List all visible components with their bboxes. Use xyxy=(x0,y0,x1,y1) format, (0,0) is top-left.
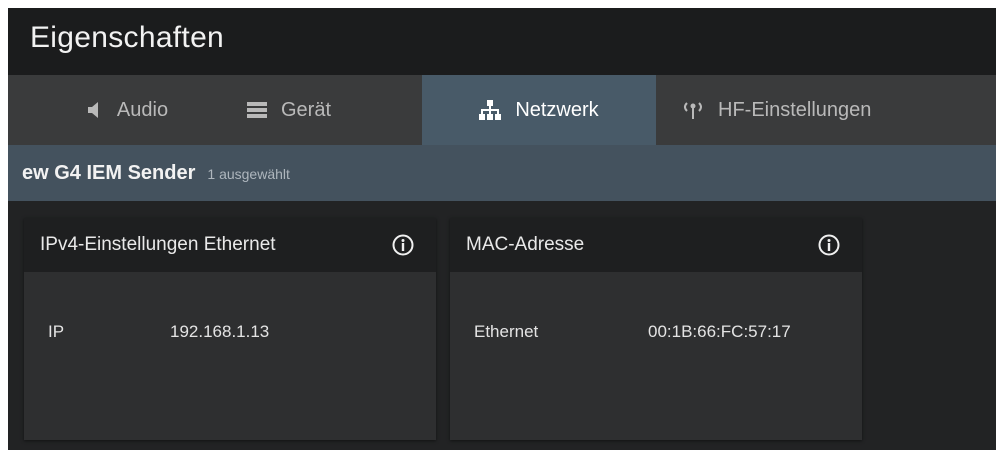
ipv4-settings-card: IPv4-Einstellungen Ethernet IP 192.168.1… xyxy=(24,218,436,440)
title-bar: Eigenschaften xyxy=(8,8,996,75)
mac-address-card: MAC-Adresse Ethernet 00:1B:66:FC:57:17 xyxy=(450,218,862,440)
info-icon[interactable] xyxy=(392,234,414,256)
device-name: ew G4 IEM Sender xyxy=(22,161,196,184)
tab-audio-label: Audio xyxy=(116,98,169,121)
tab-bar: Audio Gerät Netzwerk HF-Einstellungen xyxy=(8,75,996,145)
mac-card-title: MAC-Adresse xyxy=(466,234,585,255)
panel-title: Eigenschaften xyxy=(30,21,225,54)
tab-geraet[interactable]: Gerät xyxy=(215,75,422,145)
info-icon[interactable] xyxy=(818,234,840,256)
ipv4-card-header: IPv4-Einstellungen Ethernet xyxy=(24,218,436,272)
network-icon xyxy=(479,100,502,120)
selection-count: 1 ausgewählt xyxy=(207,166,290,182)
mac-card-header: MAC-Adresse xyxy=(450,218,862,272)
tab-audio[interactable]: Audio xyxy=(8,75,215,145)
device-header: ew G4 IEM Sender 1 ausgewählt xyxy=(8,145,996,201)
tab-hf-label: HF-Einstellungen xyxy=(718,98,872,121)
ip-label: IP xyxy=(48,322,65,341)
speaker-icon xyxy=(85,101,103,119)
antenna-icon xyxy=(682,101,704,119)
tab-geraet-label: Gerät xyxy=(281,98,332,121)
tab-hf-einstellungen[interactable]: HF-Einstellungen xyxy=(656,75,921,145)
ethernet-label: Ethernet xyxy=(474,322,539,341)
properties-panel: Eigenschaften Audio Gerät Netzwerk HF-Ei… xyxy=(8,8,996,450)
ipv4-card-title: IPv4-Einstellungen Ethernet xyxy=(40,234,276,255)
tab-netzwerk[interactable]: Netzwerk xyxy=(422,75,656,145)
device-icon xyxy=(247,102,267,118)
mac-value: 00:1B:66:FC:57:17 xyxy=(648,322,791,341)
tab-netzwerk-label: Netzwerk xyxy=(515,98,599,121)
ip-value: 192.168.1.13 xyxy=(170,322,270,341)
